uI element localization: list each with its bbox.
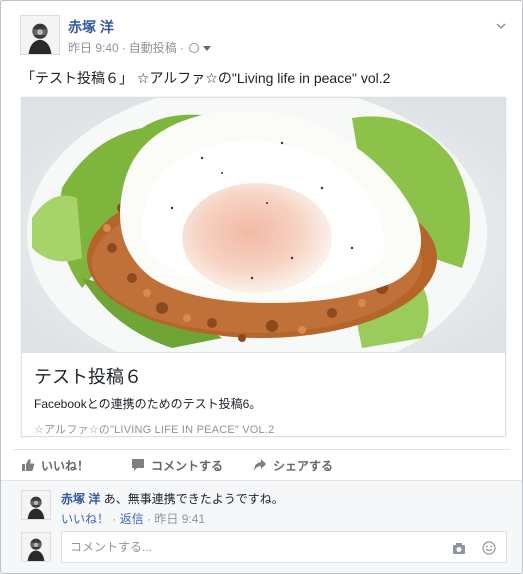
like-label: いいね！ [41,458,90,473]
author-name[interactable]: 赤塚 洋 [68,17,114,37]
comment-reply-link[interactable]: 返信 [120,512,144,526]
comment-body: あ、無事連携できたようですね。 [103,492,284,506]
comment-meta: いいね！ · 返信 · 昨日 9:41 [61,510,205,527]
meta-separator-2: · [179,41,184,55]
post-time[interactable]: 昨日 9:40 [68,41,119,55]
post-text: 「テスト投稿６」 ☆アルファ☆の"Living life in peace" v… [21,70,391,86]
post-source: 自動投稿 [128,41,177,55]
link-title[interactable]: テスト投稿６ [34,363,493,389]
comment-input-box[interactable] [61,531,507,563]
comment-input[interactable] [70,540,440,554]
comment-author[interactable]: 赤塚 洋 [61,492,100,506]
comment-like-link[interactable]: いいね！ [61,512,109,526]
camera-icon[interactable] [452,541,466,555]
post-meta: 昨日 9:40 · 自動投稿 · [68,39,211,56]
emoji-icon[interactable] [482,541,496,555]
current-user-avatar[interactable] [21,532,51,562]
author-avatar[interactable] [20,15,60,55]
link-description: Facebookとの連携のためのテスト投稿6。 [34,397,262,411]
link-preview-body[interactable]: テスト投稿６ Facebookとの連携のためのテスト投稿6。 ☆アルファ☆の"L… [22,352,505,436]
commenter-avatar[interactable] [21,490,51,520]
chevron-down-icon[interactable] [496,21,506,31]
comment-button[interactable]: コメントする [131,455,223,475]
post-header: 赤塚 洋 昨日 9:40 · 自動投稿 · [20,15,512,57]
globe-icon[interactable] [188,43,199,53]
share-button[interactable]: シェアする [253,455,333,475]
like-button[interactable]: いいね！ [21,455,89,475]
comment-text-line: 赤塚 洋 あ、無事連携できたようですね。 [61,490,284,507]
comment-meta-sep: · [112,512,117,526]
share-arrow-icon [254,459,267,471]
meta-separator: · [121,41,126,55]
actions-divider [13,449,510,450]
post-card: 赤塚 洋 昨日 9:40 · 自動投稿 · 「テスト投稿６」 ☆アルファ☆の"Livi… [0,0,523,574]
post-actions: いいね！ コメントする シェアする [21,455,363,475]
comments-section: 赤塚 洋 あ、無事連携できたようですね。 いいね！ · 返信 · 昨日 9:41 [1,480,522,573]
comment-time[interactable]: 昨日 9:41 [154,512,205,526]
link-preview-image[interactable] [22,98,505,352]
caret-down-icon[interactable] [202,46,211,51]
like-thumb-icon [22,459,35,471]
share-label: シェアする [273,458,334,473]
link-caption: ☆アルファ☆の"LIVING LIFE IN PEACE" VOL.2 [34,424,275,436]
link-preview-card[interactable]: テスト投稿６ Facebookとの連携のためのテスト投稿6。 ☆アルファ☆の"L… [21,97,506,437]
comment-bubble-icon [132,459,145,471]
comment-label: コメントする [151,458,224,473]
comment-meta-sep-2: · [147,512,152,526]
